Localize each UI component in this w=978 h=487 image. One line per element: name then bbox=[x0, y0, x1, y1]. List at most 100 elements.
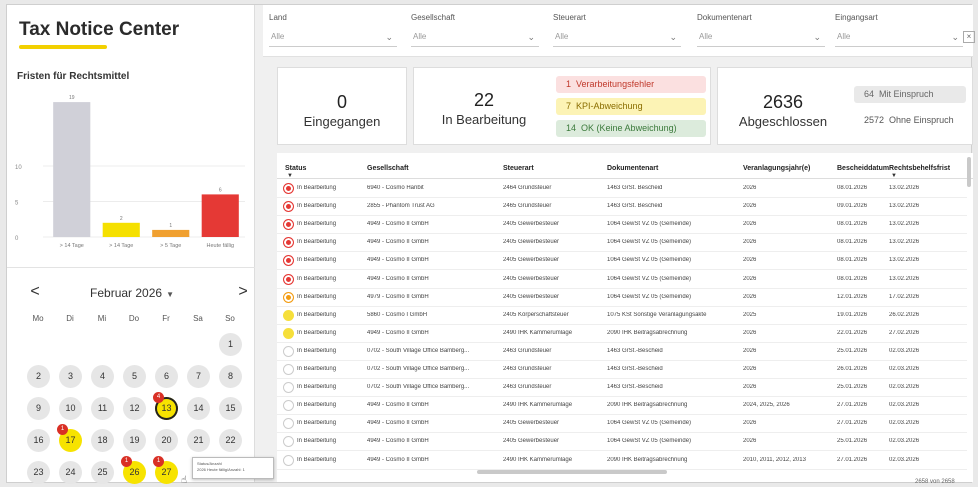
calendar-day[interactable]: 17 1 bbox=[57, 424, 82, 452]
kpi-row: 0 Eingegangen 22 In Bearbeitung 1 Verarb… bbox=[277, 67, 973, 147]
calendar-day[interactable]: 20 bbox=[155, 429, 178, 452]
calendar-day[interactable]: 14 bbox=[187, 397, 210, 420]
table-row[interactable]: In Bearbeitung 4949 - Cosmo II GmbH 2490 I… bbox=[277, 452, 967, 470]
calendar-day[interactable]: 6 bbox=[155, 365, 178, 388]
calendar-month-selector[interactable]: Februar 2026 ▼ bbox=[77, 286, 187, 300]
kpi-eingegangen[interactable]: 0 Eingegangen bbox=[277, 67, 407, 145]
bar[interactable] bbox=[152, 229, 190, 237]
filter-2[interactable]: Steuerart Alle ⌄ bbox=[553, 13, 681, 51]
table-row[interactable]: In Bearbeitung 4949 - Cosmo II GmbH 2405 G… bbox=[277, 415, 967, 434]
table-row[interactable]: In Bearbeitung 4979 - Cosmo II GmbH 2405 G… bbox=[277, 289, 967, 307]
table-row[interactable]: In Bearbeitung 4949 - Cosmo II GmbH 2405 G… bbox=[277, 252, 967, 271]
vertical-scrollbar[interactable] bbox=[967, 157, 971, 187]
calendar-day[interactable]: 25 bbox=[91, 461, 114, 484]
chip-mit-einspruch[interactable]: 64 Mit Einspruch bbox=[854, 86, 966, 103]
table-cell: 17.02.2026 bbox=[889, 293, 920, 300]
filter-0[interactable]: Land Alle ⌄ bbox=[269, 13, 397, 51]
fristen-title: Fristen für Rechtsmittel bbox=[17, 71, 130, 82]
calendar-day[interactable]: 8 bbox=[219, 365, 242, 388]
calendar-prev-button[interactable]: < bbox=[25, 283, 45, 303]
table-row[interactable]: In Bearbeitung 4949 - Cosmo II GmbH 2405 G… bbox=[277, 271, 967, 289]
title-underline bbox=[19, 45, 107, 49]
table-row[interactable]: In Bearbeitung 4949 - Cosmo II GmbH 2405 G… bbox=[277, 433, 967, 452]
calendar-day[interactable]: 3 bbox=[59, 365, 82, 388]
chip-kpi-abweichung[interactable]: 7 KPI-Abweichung bbox=[556, 98, 706, 115]
bar-value-label: 19 bbox=[69, 95, 75, 101]
calendar-day[interactable]: 13 4 bbox=[153, 392, 178, 420]
calendar-day[interactable]: 24 bbox=[59, 461, 82, 484]
table-row[interactable]: In Bearbeitung 0702 - South Village Offic… bbox=[277, 361, 967, 380]
filter-select[interactable]: Alle ⌄ bbox=[269, 29, 397, 47]
filter-select[interactable]: Alle ⌄ bbox=[697, 29, 825, 47]
calendar-day[interactable]: 22 bbox=[219, 429, 242, 452]
bar[interactable] bbox=[102, 222, 140, 237]
table-row[interactable]: In Bearbeitung 0702 - South Village Offic… bbox=[277, 379, 967, 398]
table-cell: 02.03.2026 bbox=[889, 384, 920, 391]
sort-down-icon: ▼ bbox=[891, 173, 897, 179]
chip-ohne-einspruch[interactable]: 2572 Ohne Einspruch bbox=[854, 112, 966, 129]
column-header[interactable]: Status bbox=[285, 165, 306, 172]
table-row[interactable]: In Bearbeitung 4949 - Cosmo II GmbH 2490 I… bbox=[277, 397, 967, 416]
table-row[interactable]: In Bearbeitung 2855 - Phantom Trust AG 246… bbox=[277, 198, 967, 217]
filter-1[interactable]: Gesellschaft Alle ⌄ bbox=[411, 13, 539, 51]
table-cell: 4949 - Cosmo II GmbH bbox=[367, 275, 429, 282]
table-row[interactable]: In Bearbeitung 4949 - Cosmo II GmbH 2405 G… bbox=[277, 216, 967, 235]
calendar-day[interactable]: 9 bbox=[27, 397, 50, 420]
column-header[interactable]: Rechtsbehelfsfrist bbox=[889, 165, 950, 172]
calendar-day[interactable]: 1 bbox=[219, 333, 242, 356]
chip-verarbeitungsfehler[interactable]: 1 Verarbeitungsfehler bbox=[556, 76, 706, 93]
table-cell: 2026 bbox=[743, 347, 757, 354]
table-cell: 2405 Gewerbesteuer bbox=[503, 293, 560, 300]
table-row[interactable]: In Bearbeitung 6940 - Cosmo Hanbit 2464 Gr… bbox=[277, 180, 967, 199]
chevron-down-icon: ⌄ bbox=[669, 32, 677, 42]
chip-text: Ohne Einspruch bbox=[889, 115, 954, 125]
bar[interactable] bbox=[53, 102, 91, 237]
bar-value-label: 1 bbox=[169, 223, 172, 229]
status-indicator-icon bbox=[283, 400, 294, 412]
column-header[interactable]: Steuerart bbox=[503, 165, 534, 172]
kpi-abgeschlossen[interactable]: 2636 Abgeschlossen 64 Mit Einspruch 2572… bbox=[717, 67, 973, 145]
calendar-next-button[interactable]: > bbox=[233, 283, 253, 303]
chip-ok[interactable]: 14 OK (Keine Abweichung) bbox=[556, 120, 706, 137]
filter-value: Alle bbox=[413, 32, 427, 41]
table-cell: 1064 GewSt VZ 05 (Gemeinde) bbox=[607, 221, 692, 228]
table-row[interactable]: In Bearbeitung 4949 - Cosmo II GmbH 2405 G… bbox=[277, 234, 967, 253]
calendar-day[interactable]: 21 bbox=[187, 429, 210, 452]
filter-3[interactable]: Dokumentenart Alle ⌄ bbox=[697, 13, 825, 51]
reset-filter-button[interactable]: × bbox=[963, 31, 975, 43]
calendar-day[interactable]: 10 bbox=[59, 397, 82, 420]
filter-select[interactable]: Alle ⌄ bbox=[835, 29, 963, 47]
bar[interactable] bbox=[201, 194, 239, 237]
x-tick-label: Heute fällig bbox=[206, 243, 234, 249]
calendar-day[interactable]: 4 bbox=[91, 365, 114, 388]
calendar-day[interactable]: 5 bbox=[123, 365, 146, 388]
filter-select[interactable]: Alle ⌄ bbox=[411, 29, 539, 47]
calendar-day[interactable]: 23 bbox=[27, 461, 50, 484]
calendar-day[interactable]: 26 1 bbox=[121, 456, 146, 484]
column-header[interactable]: Dokumentenart bbox=[607, 165, 658, 172]
deadline-count-badge: 1 bbox=[57, 424, 68, 435]
horizontal-scrollbar[interactable] bbox=[477, 470, 667, 474]
calendar-day[interactable]: 19 bbox=[123, 429, 146, 452]
filter-select[interactable]: Alle ⌄ bbox=[553, 29, 681, 47]
calendar-day[interactable]: 27 1 bbox=[153, 456, 178, 484]
table-row[interactable]: In Bearbeitung 4949 - Cosmo II GmbH 2490 I… bbox=[277, 325, 967, 343]
calendar-day[interactable]: 16 bbox=[27, 429, 50, 452]
calendar-day[interactable]: 11 bbox=[91, 397, 114, 420]
calendar-day[interactable]: 12 bbox=[123, 397, 146, 420]
calendar-day-number: 9 bbox=[35, 403, 41, 413]
column-header[interactable]: Gesellschaft bbox=[367, 165, 409, 172]
filter-4[interactable]: Eingangsart Alle ⌄ bbox=[835, 13, 963, 51]
calendar-day[interactable]: 2 bbox=[27, 365, 50, 388]
calendar-day[interactable]: 7 bbox=[187, 365, 210, 388]
table-row[interactable]: In Bearbeitung 0702 - South Village Offic… bbox=[277, 343, 967, 361]
column-header[interactable]: Bescheiddatum bbox=[837, 165, 889, 172]
calendar-day[interactable]: 18 bbox=[91, 429, 114, 452]
column-header[interactable]: Veranlagungsjahr(e) bbox=[743, 165, 810, 172]
table-row[interactable]: In Bearbeitung 5860 - Cosmo I GmbH 2405 Kö… bbox=[277, 307, 967, 325]
status-indicator-icon bbox=[283, 237, 294, 249]
table-cell: 0702 - South Village Office Bamberg... bbox=[367, 366, 470, 372]
kpi-bearbeitung[interactable]: 22 In Bearbeitung 1 Verarbeitungsfehler … bbox=[413, 67, 711, 145]
table-cell: 2405 Gewerbesteuer bbox=[503, 420, 560, 427]
calendar-day[interactable]: 15 bbox=[219, 397, 242, 420]
